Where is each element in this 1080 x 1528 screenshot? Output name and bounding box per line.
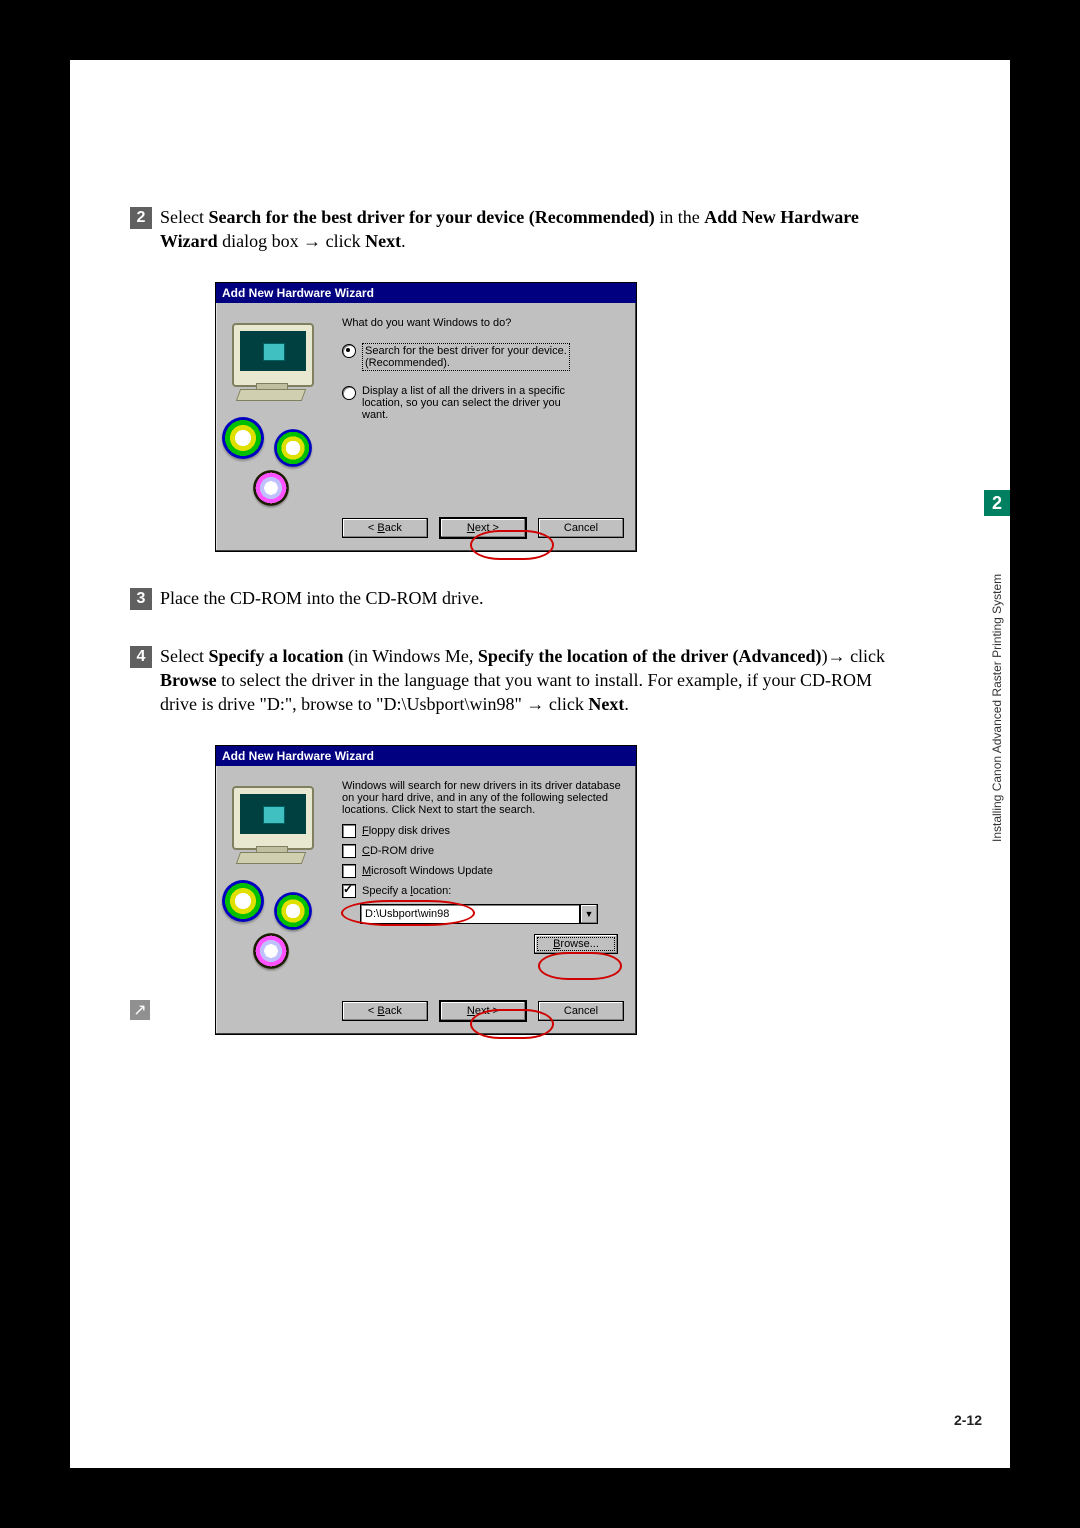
check-specify-location[interactable]: Specify a location:	[342, 884, 624, 898]
step-3: 3 Place the CD-ROM into the CD-ROM drive…	[130, 586, 890, 610]
dialog-titlebar: Add New Hardware Wizard	[216, 746, 636, 766]
step-badge: 4	[130, 646, 152, 668]
chapter-tab: 2	[984, 490, 1010, 516]
dialog-intro: Windows will search for new drivers in i…	[342, 780, 624, 816]
browse-button[interactable]: Browse...	[534, 934, 618, 954]
next-button[interactable]: Next >	[439, 517, 527, 539]
step-4-text: Select Specify a location (in Windows Me…	[160, 644, 890, 717]
chapter-number: 2	[992, 493, 1002, 514]
checkbox-icon	[342, 844, 356, 858]
wizard-graphic	[228, 317, 338, 507]
check-cdrom[interactable]: CD-ROM drive	[342, 844, 624, 858]
check-windows-update[interactable]: Microsoft Windows Update	[342, 864, 624, 878]
radio-icon	[342, 386, 356, 400]
checkbox-icon	[342, 824, 356, 838]
step-2-text: Select Search for the best driver for yo…	[160, 205, 890, 254]
location-input[interactable]: D:\Usbport\win98	[360, 904, 580, 924]
dialog-add-hardware-1: Add New Hardware Wizard What do you want…	[215, 282, 637, 552]
dialog-add-hardware-2: Add New Hardware Wizard Windows will sea…	[215, 745, 637, 1035]
dialog-prompt: What do you want Windows to do?	[342, 317, 624, 329]
step-2: 2 Select Search for the best driver for …	[130, 205, 890, 254]
back-button[interactable]: < Back	[342, 518, 428, 538]
return-link-icon[interactable]: ↗	[130, 1000, 150, 1020]
cancel-button[interactable]: Cancel	[538, 1001, 624, 1021]
radio-search-best[interactable]: Search for the best driver for your devi…	[342, 343, 624, 371]
radio-display-list[interactable]: Display a list of all the drivers in a s…	[342, 385, 624, 421]
wizard-graphic	[228, 780, 338, 990]
radio-icon	[342, 344, 356, 358]
check-floppy[interactable]: Floppy disk drives	[342, 824, 624, 838]
cancel-button[interactable]: Cancel	[538, 518, 624, 538]
chapter-title: Installing Canon Advanced Raster Printin…	[990, 522, 1004, 842]
step-4: 4 Select Specify a location (in Windows …	[130, 644, 890, 717]
back-button[interactable]: < Back	[342, 1001, 428, 1021]
checkbox-icon	[342, 864, 356, 878]
step-3-text: Place the CD-ROM into the CD-ROM drive.	[160, 586, 890, 610]
document-page: 2 Installing Canon Advanced Raster Print…	[70, 60, 1010, 1468]
step-badge: 2	[130, 207, 152, 229]
step-badge: 3	[130, 588, 152, 610]
next-button[interactable]: Next >	[439, 1000, 527, 1022]
page-number: 2-12	[954, 1412, 982, 1428]
dialog-titlebar: Add New Hardware Wizard	[216, 283, 636, 303]
combo-dropdown-button[interactable]: ▼	[580, 904, 598, 924]
checkbox-icon	[342, 884, 356, 898]
